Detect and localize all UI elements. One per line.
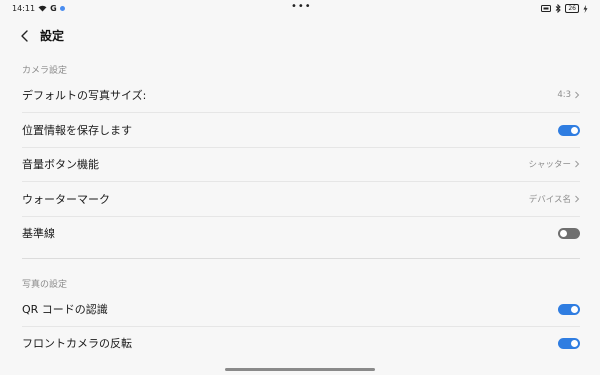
wifi-icon (38, 5, 47, 12)
toggle-knob (560, 229, 567, 237)
row-label: QR コードの認識 (22, 303, 108, 316)
row-value: シャッター (528, 158, 580, 170)
battery-level: 26 (565, 4, 579, 13)
page-title: 設定 (40, 29, 65, 43)
status-time: 14:11 (12, 4, 36, 13)
photo-size-value: 4:3 (557, 90, 571, 100)
save-location-toggle[interactable] (558, 124, 580, 136)
row-label: 音量ボタン機能 (22, 158, 99, 171)
bluetooth-icon (556, 4, 562, 13)
toggle-knob (571, 126, 578, 134)
row-label: フロントカメラの反転 (22, 337, 132, 350)
row-save-location[interactable]: 位置情報を保存します (22, 113, 580, 148)
chevron-left-icon (21, 30, 28, 42)
row-front-camera-mirror[interactable]: フロントカメラの反転 (22, 326, 580, 360)
notification-dot-icon (59, 6, 65, 11)
row-value: 4:3 (557, 90, 580, 100)
chevron-right-icon (575, 91, 580, 99)
watermark-value: デバイス名 (528, 195, 571, 205)
qr-recognition-toggle[interactable] (558, 303, 580, 315)
row-label: ウォーターマーク (22, 193, 110, 206)
row-default-photo-size[interactable]: デフォルトの写真サイズ: 4:3 (22, 78, 580, 113)
toggle-knob (571, 305, 578, 313)
window-options-dots[interactable]: ••• (291, 2, 312, 12)
status-bar: 14:11 G ••• 26 (0, 0, 600, 20)
home-indicator[interactable] (225, 368, 375, 371)
row-label: 位置情報を保存します (22, 124, 132, 137)
google-g-icon: G (50, 4, 57, 13)
charging-icon (583, 4, 588, 13)
back-button[interactable] (18, 28, 32, 44)
section-title-photo: 写真の設定 (22, 280, 68, 290)
grid-lines-toggle[interactable] (558, 227, 580, 239)
front-camera-mirror-toggle[interactable] (558, 337, 580, 349)
screen-record-icon (541, 5, 552, 12)
section-title-camera: カメラ設定 (22, 66, 68, 76)
row-label: デフォルトの写真サイズ: (22, 89, 147, 102)
volume-function-value: シャッター (528, 160, 571, 170)
row-label: 基準線 (22, 227, 55, 240)
status-left: 14:11 G (12, 4, 65, 13)
row-volume-button-function[interactable]: 音量ボタン機能 シャッター (22, 147, 580, 182)
row-qr-code-recognition[interactable]: QR コードの認識 (22, 292, 580, 327)
section-divider (22, 258, 580, 259)
toggle-knob (571, 339, 578, 347)
chevron-right-icon (575, 195, 580, 203)
row-value: デバイス名 (529, 193, 580, 205)
row-grid-lines[interactable]: 基準線 (22, 216, 580, 250)
header-bar: 設定 (0, 26, 600, 46)
status-right: 26 (541, 4, 588, 13)
chevron-right-icon (575, 160, 580, 168)
row-watermark[interactable]: ウォーターマーク デバイス名 (22, 182, 580, 217)
